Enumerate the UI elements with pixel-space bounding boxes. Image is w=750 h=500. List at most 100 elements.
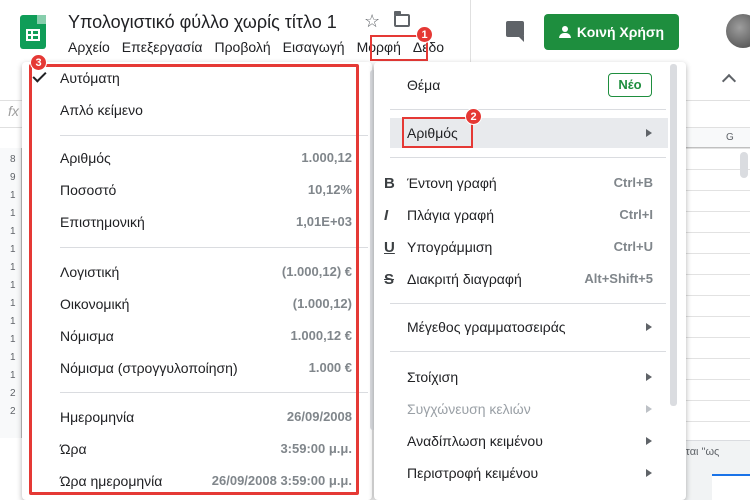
number-format-item[interactable]: Νόμισμα (στρογγυλοποίηση) 1.000 € [22,354,372,382]
shortcut-label: Alt+Shift+5 [584,271,653,286]
share-button[interactable]: Κοινή Χρήση [544,14,679,50]
submenu-arrow-icon [646,437,652,445]
row-number[interactable]: 1 [10,262,16,273]
menu-item-label: Διακριτή διαγραφή [407,271,522,287]
format-menu-scrollbar[interactable] [670,64,677,406]
submenu-arrow-icon [646,405,652,413]
italic-icon: I [384,207,389,224]
shortcut-label: Ctrl+U [613,239,653,254]
number-format-item[interactable]: Αριθμός 1.000,12 [22,144,372,172]
comment-icon[interactable] [506,21,524,42]
number-format-label: Ώρα ημερομηνία [60,473,163,489]
row-number[interactable]: 1 [10,298,16,309]
submenu-arrow-icon [646,129,652,137]
number-format-example: 1.000,12 € [290,328,352,343]
share-label: Κοινή Χρήση [576,24,665,40]
menu-item-label: Έντονη γραφή [407,175,497,191]
number-format-item[interactable]: Λογιστική (1.000,12) € [22,258,372,286]
menu-item-font-size[interactable]: Μέγεθος γραμματοσειράς [390,312,668,342]
sheets-logo-icon[interactable] [20,15,46,49]
divider [60,135,368,136]
number-format-example: 3:59:00 μ.μ. [280,441,352,456]
menu-file[interactable]: Αρχείο [62,39,116,59]
sheet-scrollbar[interactable] [740,152,748,178]
shortcut-label: Ctrl+B [613,175,653,190]
row-number[interactable]: 2 [10,388,16,399]
folder-icon[interactable] [394,11,410,27]
menu-item-bold[interactable]: Έντονη γραφή Ctrl+B [390,168,668,198]
divider [390,109,666,110]
menu-item-label: Περιστροφή κειμένου [407,465,539,481]
row-number[interactable]: 1 [10,370,16,381]
menu-item-label: Στοίχιση [407,369,459,385]
divider [60,392,368,393]
star-icon[interactable]: ☆ [364,11,380,32]
row-number[interactable]: 1 [10,316,16,327]
number-format-example: 10,12% [307,182,352,197]
menu-item-label: Μέγεθος γραμματοσειράς [407,319,566,335]
number-format-label: Ώρα [60,441,87,457]
fx-icon: fx [8,103,19,119]
row-number[interactable]: 2 [10,406,16,417]
number-format-item[interactable]: Ημερομηνία 26/09/2008 [22,403,372,431]
menu-item-strikethrough[interactable]: Διακριτή διαγραφή Alt+Shift+5 [390,264,668,294]
row-number[interactable]: 1 [10,190,16,201]
number-format-label: Απλό κείμενο [60,102,143,118]
number-item-highlight [402,117,473,148]
menu-item-italic[interactable]: Πλάγια γραφή Ctrl+I [390,200,668,230]
row-number[interactable]: 1 [10,352,16,363]
row-number[interactable]: 1 [10,280,16,291]
column-header-label: G [726,132,734,143]
number-format-example: 1,01E+03 [295,214,352,229]
new-badge: Νέο [608,73,652,97]
menu-item-underline[interactable]: Υπογράμμιση Ctrl+U [390,232,668,262]
person-icon [558,26,571,38]
number-format-item[interactable]: Ποσοστό 10,12% [22,176,372,204]
number-format-example: 1.000,12 [301,150,352,165]
step-badge-3: 3 [30,54,47,71]
number-format-label: Οικονομική [60,296,130,312]
step-badge-2: 2 [465,108,482,125]
menu-item-align[interactable]: Στοίχιση [390,362,668,392]
row-number[interactable]: 1 [10,226,16,237]
menu-item-merge: Συγχώνευση κελιών [390,394,668,424]
number-format-item[interactable]: Επιστημονική 1,01E+03 [22,208,372,236]
number-format-item[interactable]: Ώρα ημερομηνία 26/09/2008 3:59:00 μ.μ. [22,467,372,495]
menu-item-label: Πλάγια γραφή [407,207,495,223]
row-number[interactable]: 1 [10,334,16,345]
menu-edit[interactable]: Επεξεργασία [116,39,209,59]
menu-item-label: Αναδίπλωση κειμένου [407,433,543,449]
number-format-label: Νόμισμα [60,328,114,344]
menu-item-wrap[interactable]: Αναδίπλωση κειμένου [390,426,668,456]
cell-grid[interactable] [686,148,750,438]
row-number[interactable]: 1 [10,244,16,255]
row-number[interactable]: 9 [10,172,16,183]
menu-item-rotate[interactable]: Περιστροφή κειμένου [390,458,668,488]
number-format-label: Επιστημονική [60,214,145,230]
number-format-example: (1.000,12) € [281,264,352,279]
divider [60,247,368,248]
number-format-label: Αυτόματη [60,70,120,86]
submenu-arrow-icon [646,323,652,331]
number-format-item[interactable]: Ώρα 3:59:00 μ.μ. [22,435,372,463]
number-format-label: Ημερομηνία [60,409,135,425]
number-format-item[interactable]: Οικονομική (1.000,12) [22,290,372,318]
number-format-example: 26/09/2008 [286,409,352,424]
row-number[interactable]: 1 [10,208,16,219]
step-badge-1: 1 [416,26,433,43]
number-format-item[interactable]: Απλό κείμενο [22,96,372,124]
number-format-label: Ποσοστό [60,182,117,198]
menu-view[interactable]: Προβολή [208,39,276,59]
number-format-example: 1.000 € [308,360,352,375]
number-format-label: Νόμισμα (στρογγυλοποίηση) [60,360,238,376]
sheet-tab[interactable] [712,474,750,500]
row-number[interactable]: 8 [10,154,16,165]
number-format-label: Αριθμός [60,150,111,166]
column-header-g[interactable]: G [686,128,750,148]
number-format-example: (1.000,12) [292,296,352,311]
number-format-item[interactable]: Αυτόματη [22,64,372,92]
menu-insert[interactable]: Εισαγωγή [277,39,351,59]
number-format-item[interactable]: Νόμισμα 1.000,12 € [22,322,372,350]
menu-item-label: Υπογράμμιση [407,239,493,255]
document-title[interactable]: Υπολογιστικό φύλλο χωρίς τίτλο 1 [68,12,337,33]
